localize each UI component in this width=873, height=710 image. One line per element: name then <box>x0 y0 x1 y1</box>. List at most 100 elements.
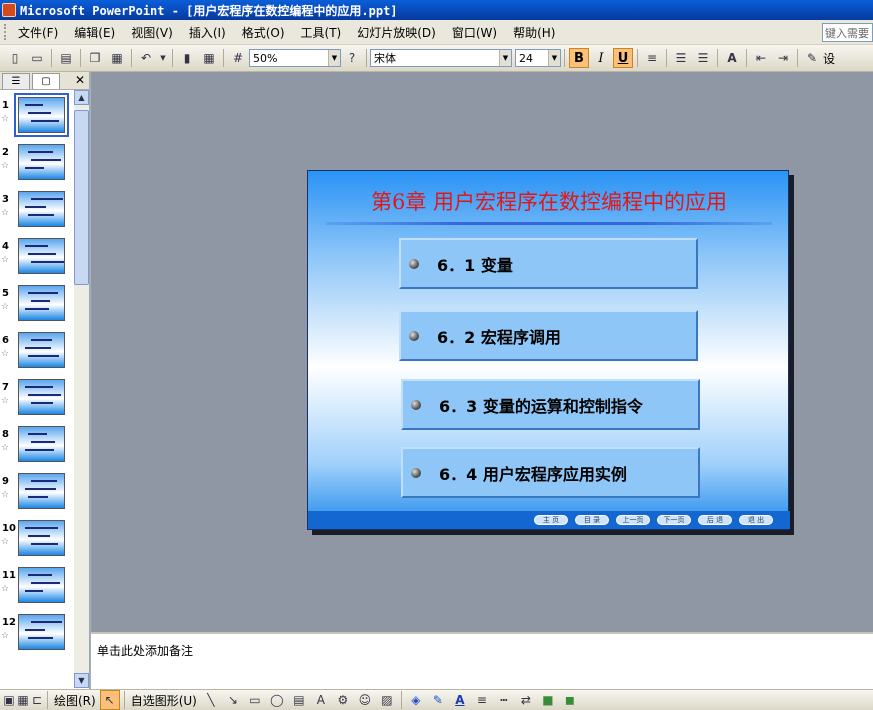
menu-tools[interactable]: 工具(T) <box>293 24 350 41</box>
menu-grip[interactable] <box>4 24 8 40</box>
bullets-icon[interactable]: ☰ <box>693 48 713 68</box>
notes-pane[interactable]: 单击此处添加备注 <box>91 632 873 689</box>
slide-preview[interactable] <box>18 332 65 368</box>
3d-icon[interactable]: ◼ <box>560 690 580 710</box>
slide-preview[interactable] <box>18 520 65 556</box>
slide-thumbnail[interactable]: 4 ☆ <box>0 237 74 281</box>
chevron-down-icon[interactable]: ▼ <box>499 50 511 66</box>
slide-preview[interactable] <box>18 614 65 650</box>
oval-icon[interactable]: ◯ <box>267 690 287 710</box>
font-size-select[interactable]: 24 ▼ <box>515 49 561 67</box>
menu-item-6-1[interactable]: 6．1 变量 <box>399 238 698 289</box>
slide-preview[interactable] <box>18 144 65 180</box>
slide-preview[interactable] <box>18 567 65 603</box>
underline-button[interactable]: U <box>613 48 633 68</box>
menu-item-6-4[interactable]: 6．4 用户宏程序应用实例 <box>401 447 700 498</box>
menu-item-6-2[interactable]: 6．2 宏程序调用 <box>399 310 698 361</box>
menu-item-6-3[interactable]: 6．3 变量的运算和控制指令 <box>401 379 700 430</box>
help-icon[interactable]: ? <box>342 48 362 68</box>
scroll-thumb[interactable] <box>74 110 89 285</box>
design-icon[interactable]: ✎ <box>802 48 822 68</box>
slide-thumbnail[interactable]: 11 ☆ <box>0 566 74 610</box>
panel-scrollbar[interactable]: ▲ ▼ <box>74 90 89 688</box>
sorter-view-icon[interactable]: ▦ <box>17 690 29 710</box>
nav-contents-button[interactable]: 目 录 <box>575 515 609 525</box>
slide-thumbnail[interactable]: 9 ☆ <box>0 472 74 516</box>
line-style-icon[interactable]: ≡ <box>472 690 492 710</box>
menu-file[interactable]: 文件(F) <box>10 24 66 41</box>
grid-icon[interactable]: # <box>228 48 248 68</box>
font-select[interactable]: 宋体 ▼ <box>370 49 512 67</box>
nav-next-button[interactable]: 下一页 <box>657 515 691 525</box>
dash-style-icon[interactable]: ┅ <box>494 690 514 710</box>
paste-icon[interactable]: ▦ <box>107 48 127 68</box>
slide-thumbnail[interactable]: 10 ☆ <box>0 519 74 563</box>
autoshapes-button[interactable]: 自选图形(U) <box>128 692 200 709</box>
menu-view[interactable]: 视图(V) <box>123 24 181 41</box>
textbox-icon[interactable]: ▤ <box>289 690 309 710</box>
menu-help[interactable]: 帮助(H) <box>505 24 563 41</box>
slide-thumbnail[interactable]: 5 ☆ <box>0 284 74 328</box>
nav-back-button[interactable]: 后 退 <box>698 515 732 525</box>
slide-title[interactable]: 第6章 用户宏程序在数控编程中的应用 <box>308 186 790 216</box>
arrow-icon[interactable]: ↘ <box>223 690 243 710</box>
undo-dropdown-icon[interactable]: ▼ <box>158 48 168 68</box>
scroll-down-icon[interactable]: ▼ <box>74 673 89 688</box>
rectangle-icon[interactable]: ▭ <box>245 690 265 710</box>
close-icon[interactable]: ✕ <box>75 73 85 87</box>
wordart-icon[interactable]: A <box>311 690 331 710</box>
slide-thumbnail[interactable]: 1 ☆ <box>0 93 74 140</box>
notes-placeholder[interactable]: 单击此处添加备注 <box>97 644 193 658</box>
nav-prev-button[interactable]: 上一页 <box>616 515 650 525</box>
slide-editing-area[interactable]: 第6章 用户宏程序在数控编程中的应用 6．1 变量 6．2 宏程序调用 6．3 … <box>91 72 873 632</box>
print-icon[interactable]: ▤ <box>56 48 76 68</box>
picture-icon[interactable]: ▨ <box>377 690 397 710</box>
normal-view-icon[interactable]: ▣ <box>3 690 15 710</box>
undo-icon[interactable]: ↶ <box>136 48 156 68</box>
bold-button[interactable]: B <box>569 48 589 68</box>
new-icon[interactable]: ▯ <box>5 48 25 68</box>
slide-preview[interactable] <box>18 379 65 415</box>
menu-slideshow[interactable]: 幻灯片放映(D) <box>349 24 444 41</box>
chevron-down-icon[interactable]: ▼ <box>328 50 340 66</box>
line-icon[interactable]: ╲ <box>201 690 221 710</box>
menu-insert[interactable]: 插入(I) <box>181 24 234 41</box>
increase-font-icon[interactable]: A <box>722 48 742 68</box>
open-icon[interactable]: ▭ <box>27 48 47 68</box>
slide-preview[interactable] <box>18 473 65 509</box>
slide-thumbnail[interactable]: 8 ☆ <box>0 425 74 469</box>
table-icon[interactable]: ▦ <box>199 48 219 68</box>
menu-window[interactable]: 窗口(W) <box>444 24 505 41</box>
powerpoint-app-icon[interactable] <box>2 3 16 17</box>
copy-icon[interactable]: ❐ <box>85 48 105 68</box>
slide-thumbnail[interactable]: 6 ☆ <box>0 331 74 375</box>
slideshow-view-icon[interactable]: ⊏ <box>31 690 43 710</box>
menu-format[interactable]: 格式(O) <box>234 24 293 41</box>
nav-exit-button[interactable]: 退 出 <box>739 515 773 525</box>
tab-slides[interactable]: ▢ <box>32 72 60 89</box>
nav-home-button[interactable]: 主 页 <box>534 515 568 525</box>
slide-preview[interactable] <box>18 191 65 227</box>
arrow-style-icon[interactable]: ⇄ <box>516 690 536 710</box>
numbering-icon[interactable]: ☰ <box>671 48 691 68</box>
scroll-up-icon[interactable]: ▲ <box>74 90 89 105</box>
zoom-select[interactable]: 50% ▼ <box>249 49 341 67</box>
slide-thumbnail[interactable]: 7 ☆ <box>0 378 74 422</box>
slide-thumbnail[interactable]: 3 ☆ <box>0 190 74 234</box>
align-left-icon[interactable]: ≡ <box>642 48 662 68</box>
clipart-icon[interactable]: ☺ <box>355 690 375 710</box>
font-color-icon[interactable]: A <box>450 690 470 710</box>
chart-icon[interactable]: ▮ <box>177 48 197 68</box>
italic-button[interactable]: I <box>591 48 611 68</box>
line-color-icon[interactable]: ✎ <box>428 690 448 710</box>
shadow-icon[interactable]: ■ <box>538 690 558 710</box>
menu-edit[interactable]: 编辑(E) <box>66 24 123 41</box>
slide[interactable]: 第6章 用户宏程序在数控编程中的应用 6．1 变量 6．2 宏程序调用 6．3 … <box>307 170 790 530</box>
decrease-indent-icon[interactable]: ⇤ <box>751 48 771 68</box>
increase-indent-icon[interactable]: ⇥ <box>773 48 793 68</box>
fill-color-icon[interactable]: ◈ <box>406 690 426 710</box>
pane-splitter[interactable] <box>91 632 873 634</box>
design-label[interactable]: 设 <box>823 50 835 67</box>
tab-outline[interactable]: ☰ <box>2 72 30 89</box>
slide-preview[interactable] <box>18 426 65 462</box>
